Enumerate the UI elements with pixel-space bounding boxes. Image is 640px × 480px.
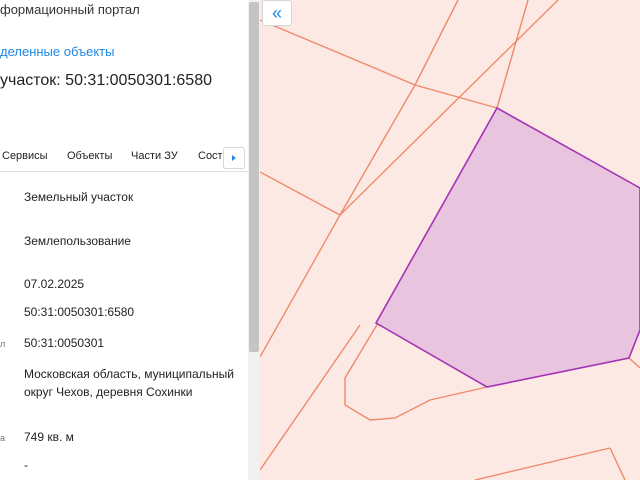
field-date: 07.02.2025 — [24, 277, 85, 291]
tab-parts[interactable]: Части ЗУ — [131, 150, 178, 162]
field-object-kind: Землепользование — [24, 234, 131, 248]
parcel-boundary — [474, 447, 611, 480]
panel-scrollbar-thumb[interactable] — [249, 2, 259, 352]
portal-title: формационный портал — [0, 2, 140, 17]
selected-objects-link[interactable]: деленные объекты — [0, 44, 114, 59]
field-address: Московская область, муниципальный округ … — [24, 367, 234, 399]
double-chevron-left-icon: « — [271, 2, 282, 23]
parcel-boundary — [260, 171, 341, 216]
parcel-boundary — [414, 0, 459, 86]
cadastral-map[interactable] — [260, 0, 640, 480]
map-view[interactable] — [260, 0, 640, 480]
parcel-boundary — [260, 19, 416, 86]
field-object-type: Земельный участок — [24, 190, 134, 204]
parcel-boundary — [609, 447, 626, 480]
tab-services[interactable]: Сервисы — [2, 150, 48, 162]
info-panel: формационный портал деленные объекты уча… — [0, 0, 260, 480]
page-title: участок: 50:31:0050301:6580 — [0, 72, 212, 89]
field-label-area: а — [0, 433, 6, 443]
parcel-boundary — [414, 84, 498, 109]
tab-objects[interactable]: Объекты — [67, 150, 112, 162]
field-cadastral-number: 50:31:0050301:6580 — [24, 305, 135, 319]
chevron-right-icon — [232, 155, 236, 161]
field-area: 749 кв. м — [24, 430, 74, 444]
parcel-boundary — [339, 84, 416, 216]
field-cadastral-quarter[interactable]: 50:31:0050301 — [24, 334, 104, 352]
parcel-boundary — [496, 0, 529, 109]
collapse-panel-button[interactable]: « — [262, 0, 292, 26]
tab-composition[interactable]: Соста — [198, 150, 222, 162]
field-label-quarter: л — [0, 339, 6, 349]
selected-parcel[interactable] — [374, 106, 640, 388]
parcel-boundary — [628, 357, 640, 369]
tabs-divider — [0, 171, 248, 172]
tabs-scroll-right-button[interactable] — [223, 147, 245, 169]
field-empty: - — [24, 458, 28, 472]
